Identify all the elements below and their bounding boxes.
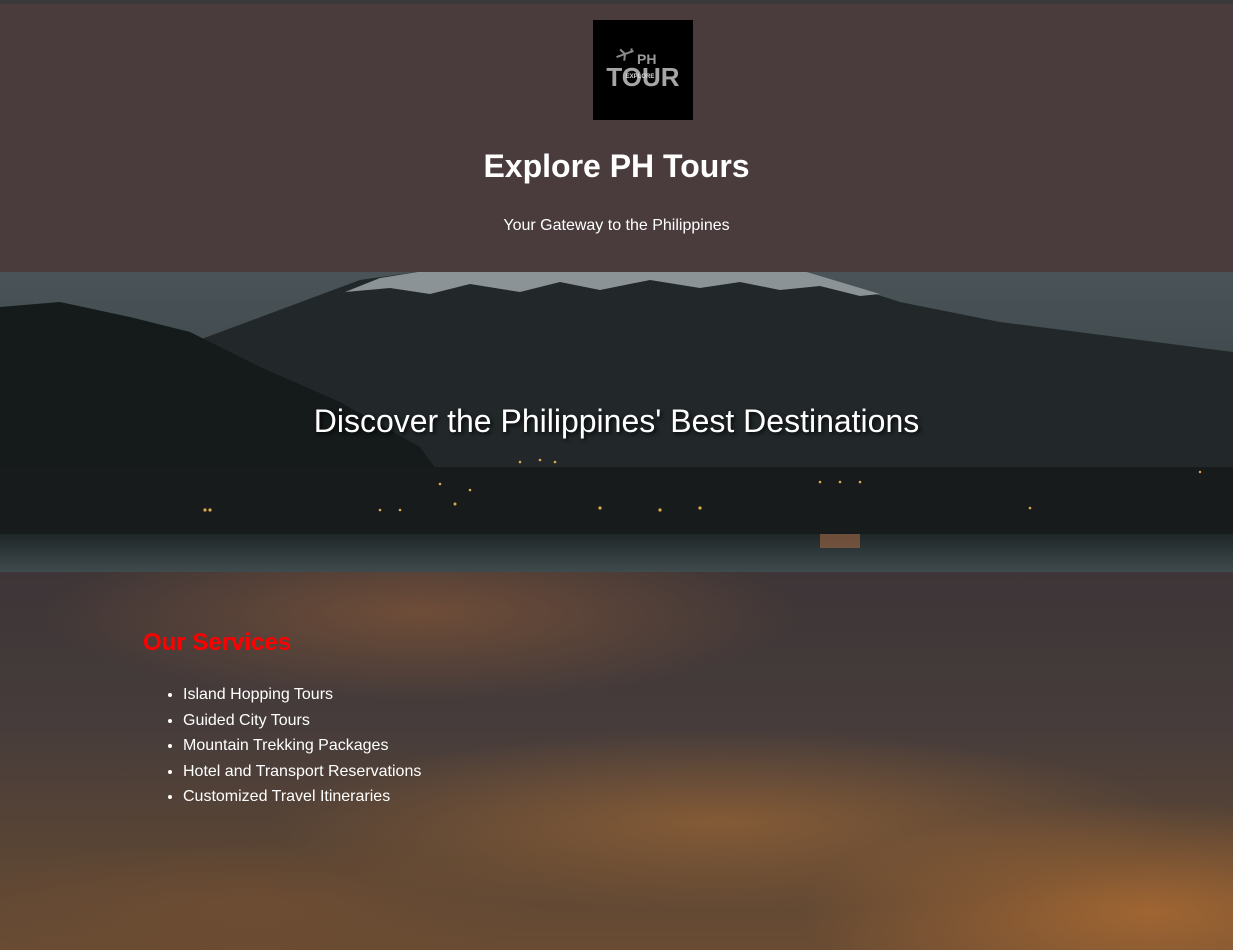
service-item: Guided City Tours (183, 708, 421, 734)
services-list: Island Hopping Tours Guided City Tours M… (143, 682, 421, 810)
services-section: Our Services Island Hopping Tours Guided… (0, 572, 1233, 950)
service-item: Island Hopping Tours (183, 682, 421, 708)
hero-heading: Discover the Philippines' Best Destinati… (313, 403, 920, 439)
hero-banner: Discover the Philippines' Best Destinati… (0, 272, 1233, 572)
service-item: Customized Travel Itineraries (183, 784, 421, 810)
service-item: Hotel and Transport Reservations (183, 759, 421, 785)
site-header: PH TOUR EXPLORE Explore PH Tours Your Ga… (0, 4, 1233, 272)
services-title: Our Services (143, 629, 292, 656)
service-item: Mountain Trekking Packages (183, 733, 421, 759)
site-title: Explore PH Tours (483, 148, 750, 184)
site-logo[interactable]: PH TOUR EXPLORE (593, 20, 693, 120)
logo-graphic: PH TOUR EXPLORE (593, 20, 693, 120)
logo-sub-text: EXPLORE (626, 74, 655, 80)
site-tagline: Your Gateway to the Philippines (503, 217, 730, 234)
